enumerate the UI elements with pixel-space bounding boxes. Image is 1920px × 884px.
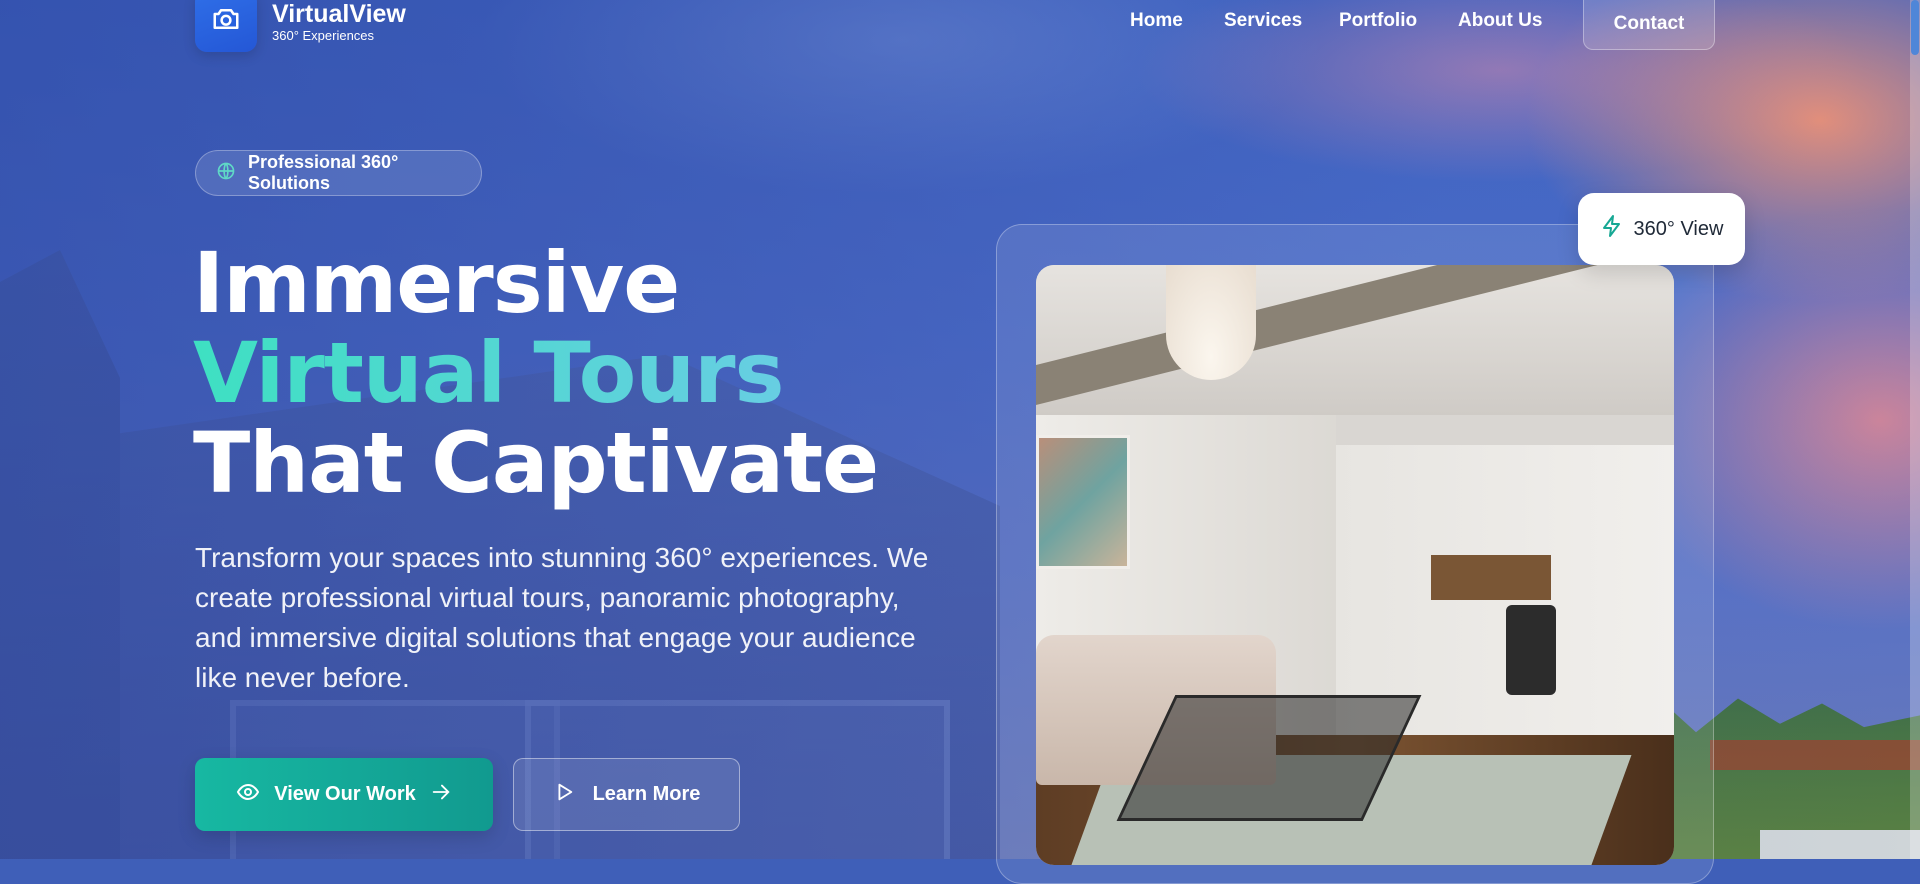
headline-line-2: Virtual Tours <box>193 328 878 418</box>
kitchen-backsplash <box>1431 555 1551 600</box>
headline-line-1: Immersive <box>193 234 680 332</box>
lightning-icon <box>1600 214 1624 244</box>
dining-chair <box>1506 605 1556 695</box>
badge-label: Professional 360° Solutions <box>248 152 399 193</box>
wall-painting <box>1036 435 1130 569</box>
interior-photo <box>1036 265 1674 865</box>
scrollbar[interactable] <box>1910 0 1920 859</box>
arrow-right-icon <box>430 781 452 809</box>
nav-home[interactable]: Home <box>1130 10 1183 32</box>
camera-icon <box>211 4 241 38</box>
globe-icon <box>216 161 236 186</box>
learn-more-button[interactable]: Learn More <box>513 758 740 831</box>
button-label: View Our Work <box>274 783 416 805</box>
hero-headline: Immersive Virtual Tours That Captivate <box>193 234 879 512</box>
hero-description: Transform your spaces into stunning 360°… <box>195 542 929 693</box>
brand-tagline: 360° Experiences <box>272 28 375 43</box>
play-icon <box>553 781 575 809</box>
contact-button[interactable]: Contact <box>1583 0 1715 50</box>
view-our-work-button[interactable]: View Our Work <box>195 758 493 831</box>
nav-about-us[interactable]: About Us <box>1458 10 1542 32</box>
scrollbar-thumb[interactable] <box>1911 0 1919 55</box>
headline-line-3: That Captivate <box>193 414 879 512</box>
nav-services[interactable]: Services <box>1224 10 1302 32</box>
brand-name[interactable]: VirtualView <box>272 0 406 29</box>
solutions-badge: Professional 360° Solutions <box>195 150 482 196</box>
nav-portfolio[interactable]: Portfolio <box>1339 10 1417 32</box>
logo[interactable] <box>195 0 257 52</box>
360-view-badge[interactable]: 360° View <box>1578 193 1745 265</box>
badge-label: 360° View <box>1633 217 1724 240</box>
pendant-lamp <box>1166 265 1256 380</box>
site-header: VirtualView 360° Experiences Home Servic… <box>0 0 1920 60</box>
eye-icon <box>236 780 260 810</box>
button-label: Learn More <box>592 783 701 805</box>
